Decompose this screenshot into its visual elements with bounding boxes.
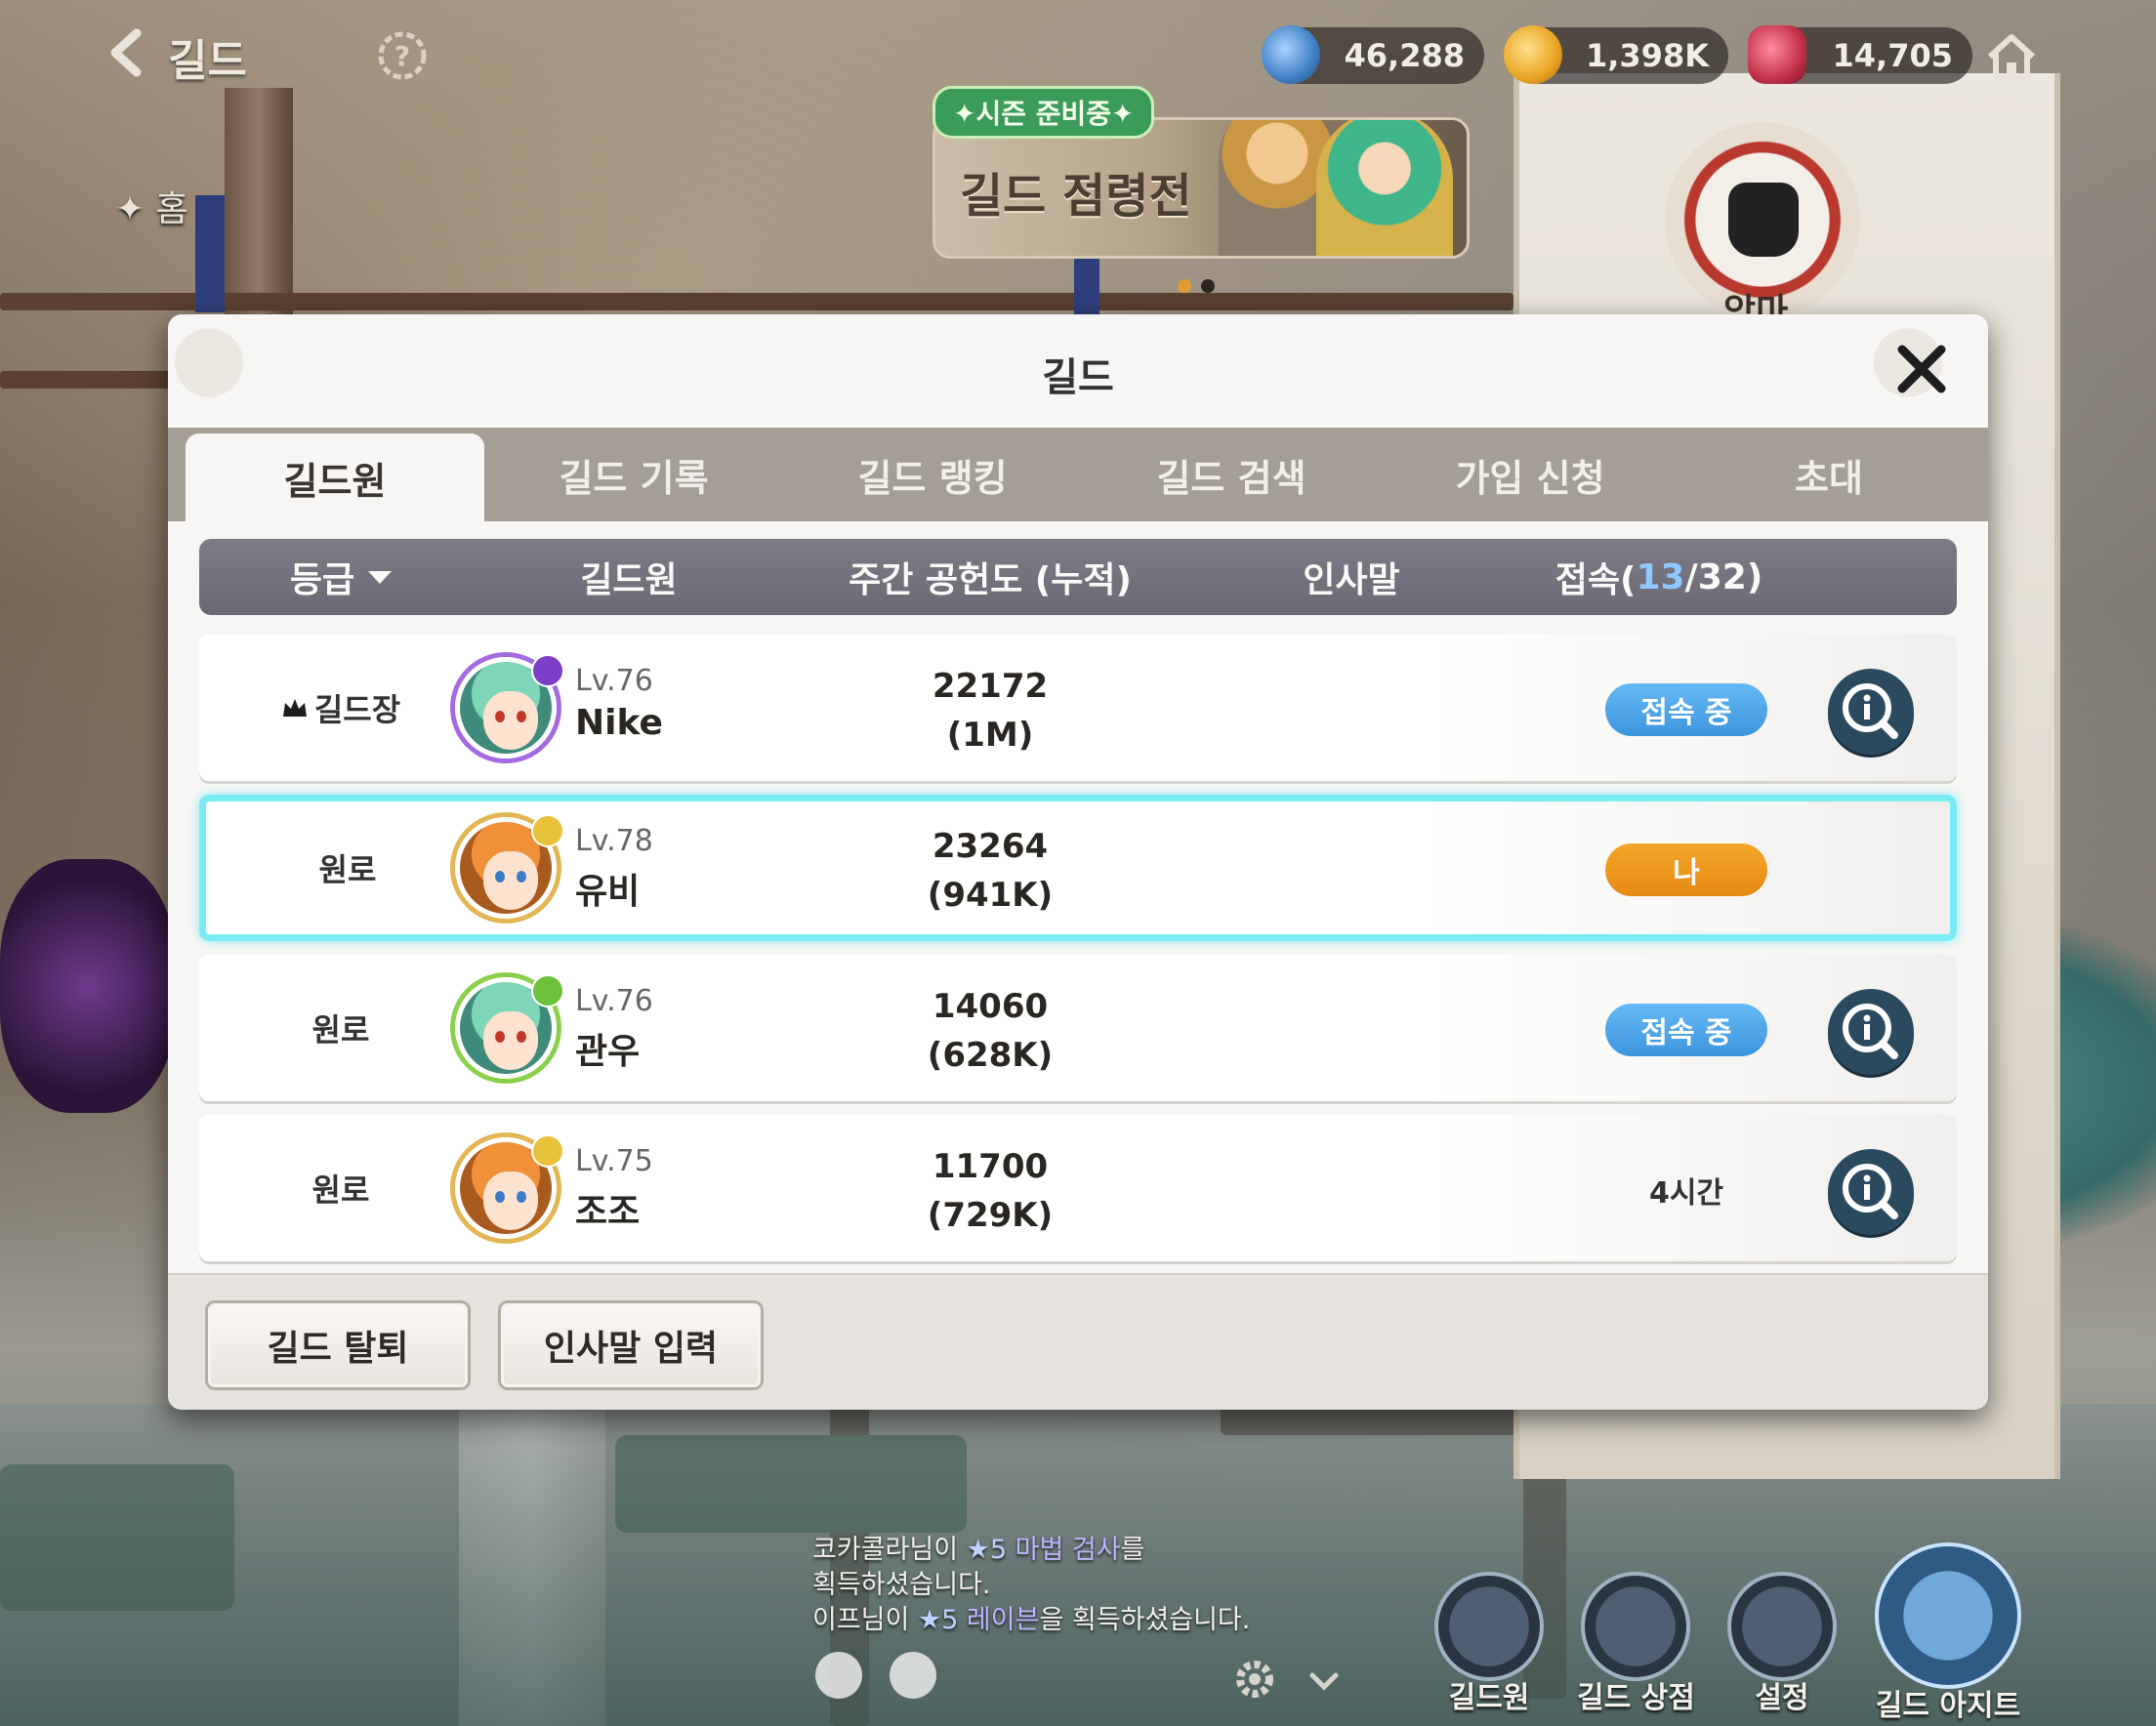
help-button[interactable]: ? <box>376 29 429 82</box>
banner-page-dots <box>1178 279 1215 293</box>
back-button[interactable] <box>98 23 156 82</box>
last-seen-text: 4시간 <box>1648 1176 1724 1211</box>
guild-tabs: 길드원 길드 기록 길드 랭킹 길드 검색 가입 신청 초대 <box>168 428 1988 521</box>
member-name: 조조 <box>575 1192 641 1232</box>
crown-icon <box>282 699 307 717</box>
chevron-down-icon[interactable] <box>1305 1662 1344 1701</box>
chat-controls <box>815 1652 936 1699</box>
page-dot <box>1178 279 1191 293</box>
member-name: 유비 <box>575 872 641 912</box>
guild-modal: 길드 길드원 길드 기록 길드 랭킹 길드 검색 가입 신청 초대 등급 길드원… <box>168 314 1988 1410</box>
member-row[interactable]: 길드장 Lv.76 Nike 22172 (1M) 접속 중 <box>199 635 1957 781</box>
member-level: Lv.75 <box>575 1144 653 1178</box>
fist-icon <box>1728 183 1799 257</box>
page-title: 길드 <box>168 36 247 86</box>
info-magnifier-icon <box>1843 1164 1898 1219</box>
question-gear-icon: ? <box>378 31 427 80</box>
member-rank: 원로 <box>311 1011 370 1048</box>
home-label: ✦ 홈 <box>115 189 188 229</box>
season-status-badge: ✦시즌 준비중✦ <box>933 86 1155 139</box>
info-magnifier-icon <box>1843 683 1898 739</box>
tab-guild-search[interactable]: 길드 검색 <box>1082 428 1381 521</box>
contribution-column-header: 주간 공헌도 (누적) <box>849 560 1132 600</box>
menu-guild-members[interactable]: 길드원 <box>1430 1572 1548 1716</box>
settings-gear-icon <box>1727 1572 1837 1681</box>
member-total: 32 <box>1697 556 1747 597</box>
chat-bubble-icon[interactable] <box>890 1652 936 1699</box>
chevron-left-icon <box>110 28 142 77</box>
svg-text:?: ? <box>394 40 410 72</box>
element-light-icon <box>531 814 564 847</box>
member-name: Nike <box>575 703 663 743</box>
chat-line: 획득하셨습니다. <box>812 1570 991 1600</box>
page-dot <box>1201 279 1215 293</box>
tab-guild-log[interactable]: 길드 기록 <box>484 428 783 521</box>
member-level: Lv.78 <box>575 824 653 858</box>
currency-gold[interactable]: 1,398K <box>1504 25 1728 84</box>
caret-down-icon <box>368 570 393 584</box>
status-badge-self: 나 <box>1605 843 1767 896</box>
chat-line: 이프님이 ★5 레이븐을 획득하셨습니다. <box>812 1605 1251 1635</box>
member-rank: 원로 <box>311 1171 370 1209</box>
member-column-header: 길드원 <box>580 560 678 600</box>
member-contribution: 11700 (729K) <box>927 1147 1054 1235</box>
member-info-button[interactable] <box>1828 1149 1914 1235</box>
chat-settings-gear-icon[interactable] <box>1232 1657 1277 1702</box>
close-icon <box>1897 345 1946 393</box>
greeting-column-header: 인사말 <box>1303 560 1400 600</box>
tab-guild-ranking[interactable]: 길드 랭킹 <box>783 428 1082 521</box>
close-button[interactable] <box>1888 336 1955 402</box>
menu-settings[interactable]: 설정 <box>1723 1572 1841 1716</box>
tab-invite[interactable]: 초대 <box>1679 428 1978 521</box>
modal-title: 길드 <box>1042 355 1114 400</box>
member-rank: 원로 <box>318 851 377 888</box>
member-list-header: 등급 길드원 주간 공헌도 (누적) 인사말 접속(13/32) <box>199 539 1957 615</box>
system-chat-feed[interactable]: 코카콜라님이 ★5 마법 검사를 획득하셨습니다. 이프님이 ★5 레이븐을 획… <box>812 1533 1359 1638</box>
info-magnifier-icon <box>1843 1004 1898 1059</box>
modal-footer: 길드 탈퇴 인사말 입력 <box>168 1273 1988 1410</box>
enter-greeting-button[interactable]: 인사말 입력 <box>498 1300 764 1390</box>
ruby-icon <box>1748 25 1806 84</box>
member-row-self[interactable]: 원로 Lv.78 유비 23264 (941K) 나 <box>199 795 1957 941</box>
status-badge: 접속 중 <box>1605 1004 1767 1056</box>
online-count: 13 <box>1636 556 1685 597</box>
tab-join-requests[interactable]: 가입 신청 <box>1381 428 1679 521</box>
event-title: 길드 점령전 <box>960 169 1192 224</box>
member-level: Lv.76 <box>575 984 653 1018</box>
home-icon <box>1987 34 2036 81</box>
member-contribution: 23264 (941K) <box>927 827 1054 915</box>
shop-basket-icon <box>1581 1572 1690 1681</box>
element-wind-icon <box>531 974 564 1007</box>
member-info-button[interactable] <box>1828 669 1914 755</box>
currency-gem[interactable]: 46,288 <box>1262 25 1484 84</box>
home-button[interactable] <box>1982 27 2041 86</box>
element-light-icon <box>531 1134 564 1168</box>
member-rank: 길드장 <box>199 635 482 781</box>
rank-sort-button[interactable]: 등급 <box>199 539 482 615</box>
leave-guild-button[interactable]: 길드 탈퇴 <box>205 1300 471 1390</box>
gem-blue-icon <box>1262 25 1320 84</box>
emoji-icon[interactable] <box>815 1652 862 1699</box>
menu-guild-shop[interactable]: 길드 상점 <box>1577 1572 1695 1716</box>
member-row[interactable]: 원로 Lv.75 조조 11700 (729K) 4시간 <box>199 1115 1957 1261</box>
members-icon <box>1434 1572 1544 1681</box>
element-dark-icon <box>531 654 564 687</box>
member-info-button[interactable] <box>1828 989 1914 1075</box>
event-hero-art <box>1316 120 1453 256</box>
chat-line: 코카콜라님이 ★5 마법 검사를 <box>812 1535 1145 1565</box>
gold-coin-icon <box>1504 25 1562 84</box>
member-contribution: 14060 (628K) <box>927 987 1054 1075</box>
status-badge: 접속 중 <box>1605 683 1767 736</box>
member-contribution: 22172 (1M) <box>932 667 1049 755</box>
tab-members[interactable]: 길드원 <box>186 433 484 521</box>
member-level: Lv.76 <box>575 664 653 698</box>
guild-hideout-icon <box>1875 1542 2021 1689</box>
currency-ruby[interactable]: 14,705 <box>1748 25 1972 84</box>
online-column-header: 접속(13/32) <box>1555 556 1763 601</box>
menu-guild-hideout[interactable]: 길드 아지트 <box>1870 1542 2026 1724</box>
member-row[interactable]: 원로 Lv.76 관우 14060 (628K) 접속 중 <box>199 955 1957 1101</box>
member-name: 관우 <box>575 1032 641 1072</box>
